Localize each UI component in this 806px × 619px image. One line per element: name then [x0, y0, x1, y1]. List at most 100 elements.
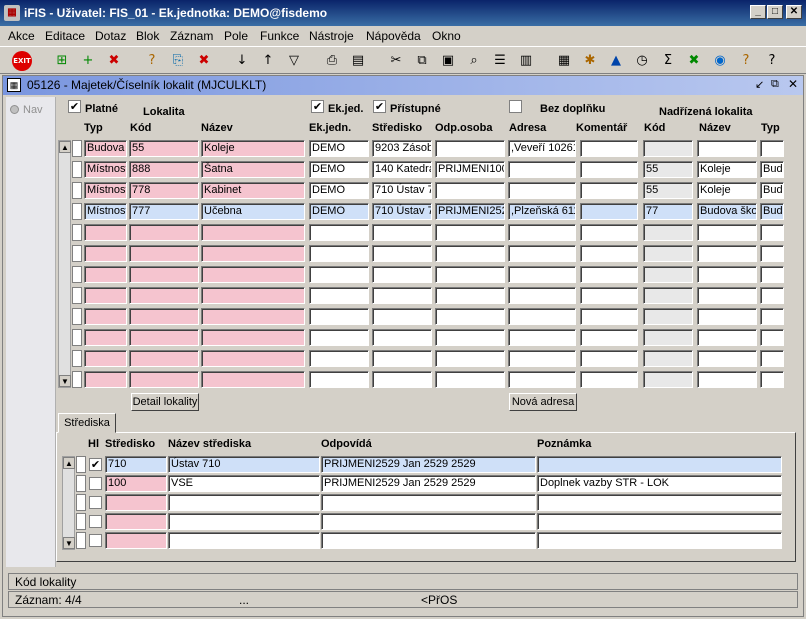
maximize-button[interactable]: □ [767, 5, 783, 19]
cell-odp-osoba[interactable] [435, 224, 505, 241]
cell-nad-nazev[interactable]: Budova ško [697, 203, 757, 220]
cell-nad-nazev[interactable] [697, 308, 757, 325]
cell-odp-osoba[interactable] [435, 182, 505, 199]
sub-cell-nazev[interactable]: Ústav 710 [168, 456, 320, 473]
cell-nad-kod[interactable] [643, 224, 693, 241]
menu-dotaz[interactable]: Dotaz [95, 29, 126, 43]
cut-icon[interactable]: ✂ [386, 51, 406, 71]
cell-nad-nazev[interactable] [697, 266, 757, 283]
triangle-icon[interactable]: ▲ [606, 51, 626, 71]
calculator-icon[interactable]: ▦ [554, 51, 574, 71]
sub-cell-poznamka[interactable] [537, 532, 782, 549]
cell-odp-osoba[interactable] [435, 245, 505, 262]
cell-komentar[interactable] [580, 308, 638, 325]
cell-stredisko[interactable] [372, 350, 432, 367]
cell-ekjedn[interactable] [309, 371, 369, 388]
cell-komentar[interactable] [580, 140, 638, 157]
cell-ekjedn[interactable]: DEMO [309, 203, 369, 220]
cell-typ[interactable] [84, 287, 127, 304]
cell-nad-typ[interactable] [760, 287, 784, 304]
cell-nad-nazev[interactable]: Koleje [697, 182, 757, 199]
cell-typ[interactable] [84, 224, 127, 241]
close-button[interactable]: ✕ [786, 5, 802, 19]
cell-stredisko[interactable]: 140 Katedra [372, 161, 432, 178]
cell-nazev[interactable] [201, 350, 305, 367]
cell-typ[interactable]: Budova [84, 140, 127, 157]
sub-cell-poznamka[interactable]: Doplnek vazby STR - LOK [537, 475, 782, 492]
cell-nad-typ[interactable] [760, 350, 784, 367]
hl-checkbox[interactable]: ✔ [89, 458, 102, 471]
cell-nad-typ[interactable] [760, 266, 784, 283]
cell-typ[interactable] [84, 350, 127, 367]
cell-odp-osoba[interactable] [435, 308, 505, 325]
cell-komentar[interactable] [580, 161, 638, 178]
cell-nad-kod[interactable]: 55 [643, 161, 693, 178]
cell-nad-typ[interactable] [760, 308, 784, 325]
cell-typ[interactable] [84, 245, 127, 262]
sort-asc-icon[interactable]: ↓ [232, 51, 252, 71]
cell-stredisko[interactable] [372, 287, 432, 304]
cell-nad-kod[interactable] [643, 371, 693, 388]
menu-editace[interactable]: Editace [45, 29, 85, 43]
cell-nad-nazev[interactable] [697, 350, 757, 367]
cell-nad-nazev[interactable] [697, 245, 757, 262]
cell-stredisko[interactable] [372, 266, 432, 283]
cell-nazev[interactable] [201, 329, 305, 346]
hl-checkbox[interactable] [89, 477, 102, 490]
cell-nad-nazev[interactable] [697, 329, 757, 346]
delete-record-icon[interactable]: ✖ [104, 51, 124, 71]
sub-cell-nazev[interactable] [168, 494, 320, 511]
cell-stredisko[interactable] [372, 329, 432, 346]
cell-kod[interactable]: 778 [129, 182, 199, 199]
nav-radio[interactable] [10, 105, 19, 114]
cell-typ[interactable] [84, 329, 127, 346]
cell-odp-osoba[interactable] [435, 329, 505, 346]
cell-komentar[interactable] [580, 224, 638, 241]
cell-typ[interactable]: Místnost [84, 161, 127, 178]
browser-icon[interactable]: ◉ [710, 51, 730, 71]
cell-nad-typ[interactable] [760, 329, 784, 346]
cell-odp-osoba[interactable]: PRIJMENI1007 [435, 161, 505, 178]
clock-icon[interactable]: ◷ [632, 51, 652, 71]
query-icon[interactable]: ? [142, 51, 162, 71]
row-selector[interactable] [72, 203, 82, 220]
tools-icon[interactable]: ✱ [580, 51, 600, 71]
cell-nad-nazev[interactable] [697, 224, 757, 241]
cell-typ[interactable] [84, 266, 127, 283]
sub-cell-stredisko[interactable]: 100 [105, 475, 167, 492]
cell-odp-osoba[interactable] [435, 140, 505, 157]
hl-checkbox[interactable] [89, 496, 102, 509]
sub-cell-odpovida[interactable] [321, 494, 536, 511]
cell-typ[interactable] [84, 308, 127, 325]
cell-ekjedn[interactable] [309, 287, 369, 304]
detail-lokality-button[interactable]: Detail lokality [131, 393, 199, 411]
cell-stredisko[interactable]: 710 Ústav 7 [372, 203, 432, 220]
cell-ekjedn[interactable] [309, 329, 369, 346]
form-close-icon[interactable]: ✕ [788, 77, 798, 91]
row-selector[interactable] [72, 224, 82, 241]
cell-ekjedn[interactable] [309, 245, 369, 262]
cell-nad-kod[interactable] [643, 266, 693, 283]
ekjed-checkbox[interactable]: ✔ [311, 100, 324, 113]
row-selector[interactable] [72, 140, 82, 157]
row-selector[interactable] [72, 161, 82, 178]
sub-cell-poznamka[interactable] [537, 494, 782, 511]
cell-ekjedn[interactable]: DEMO [309, 140, 369, 157]
cell-kod[interactable]: 777 [129, 203, 199, 220]
cell-adresa[interactable] [508, 371, 576, 388]
cell-nad-typ[interactable]: Budo [760, 182, 784, 199]
cell-nad-kod[interactable]: 55 [643, 182, 693, 199]
menu-okno[interactable]: Okno [432, 29, 461, 43]
exit-icon[interactable]: EXIT [12, 51, 32, 71]
scroll-up-icon[interactable]: ▲ [59, 141, 71, 153]
sub-cell-odpovida[interactable]: PRIJMENI2529 Jan 2529 2529 [321, 456, 536, 473]
cell-odp-osoba[interactable] [435, 266, 505, 283]
cell-nazev[interactable]: Šatna [201, 161, 305, 178]
cell-nad-typ[interactable] [760, 371, 784, 388]
cancel-query-icon[interactable]: ✖ [194, 51, 214, 71]
cell-nad-typ[interactable] [760, 224, 784, 241]
cell-kod[interactable] [129, 245, 199, 262]
menu-akce[interactable]: Akce [8, 29, 35, 43]
sum-icon[interactable]: Σ [658, 51, 678, 71]
sub-cell-nazev[interactable] [168, 532, 320, 549]
